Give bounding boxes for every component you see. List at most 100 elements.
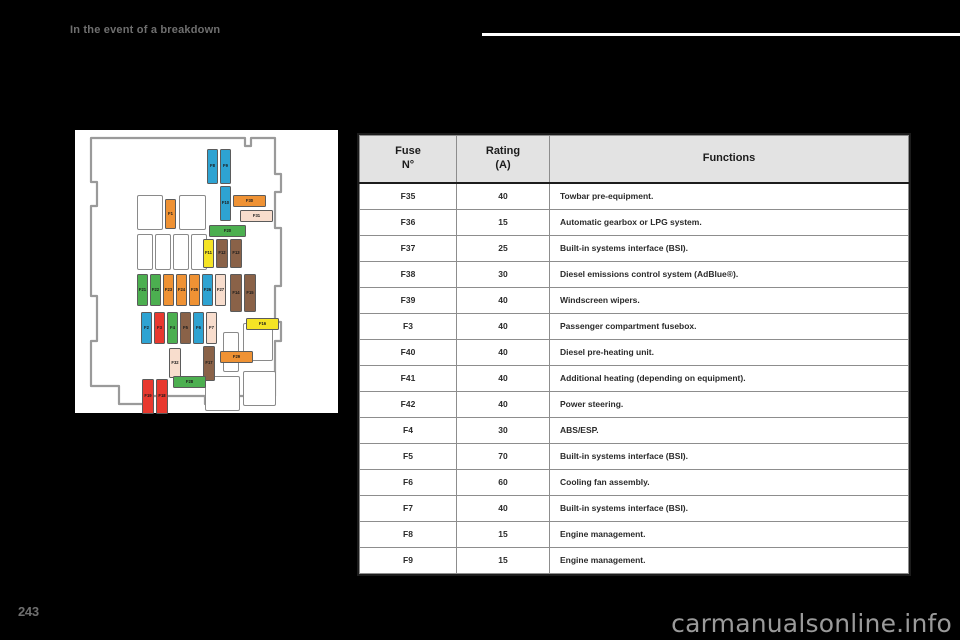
cell-function: Additional heating (depending on equipme… xyxy=(549,364,909,392)
empty-fuse-slot xyxy=(173,234,189,270)
cell-function: Power steering. xyxy=(549,390,909,418)
cell-rating: 40 xyxy=(456,338,550,366)
fuse-f29: F29 xyxy=(220,351,253,363)
column-header-functions: Functions xyxy=(549,135,909,184)
table-body: F35 40 Towbar pre-equipment. F36 15 Automatic… xyxy=(359,182,909,574)
table-row: F39 40 Windscreen wipers. xyxy=(359,286,909,314)
cell-function: Diesel pre-heating unit. xyxy=(549,338,909,366)
fuse-label: F26 xyxy=(203,286,212,292)
cell-fuse-number: F40 xyxy=(359,338,457,366)
cell-rating: 40 xyxy=(456,390,550,418)
fuse-f9: F9 xyxy=(220,149,231,184)
fuse-label: F27 xyxy=(216,286,225,292)
cell-function: ABS/ESP. xyxy=(549,416,909,444)
cell-rating: 30 xyxy=(456,416,550,444)
fuse-f30: F30 xyxy=(233,195,266,207)
table-row: F5 70 Built-in systems interface (BSI). xyxy=(359,442,909,470)
table-row: F38 30 Diesel emissions control system (Ad… xyxy=(359,260,909,288)
fuse-label: F4 xyxy=(170,324,175,330)
fuse-f15: F15 xyxy=(244,274,256,312)
cell-fuse-number: F6 xyxy=(359,468,457,496)
cell-function: Passenger compartment fusebox. xyxy=(549,312,909,340)
column-header-rating: Rating (A) xyxy=(456,135,550,184)
fuse-f20: F20 xyxy=(209,225,246,237)
fuse-label: F31 xyxy=(252,212,261,218)
cell-function: Engine management. xyxy=(549,546,909,574)
page-number: 243 xyxy=(18,604,39,619)
fuse-f23: F23 xyxy=(163,274,174,306)
fuse-f13: F13 xyxy=(230,239,242,268)
fuse-label: F5 xyxy=(183,324,188,330)
fuse-rating-table: Fuse N° Rating (A) Functions F35 40 Towbar… xyxy=(357,133,911,576)
table-row: F9 15 Engine management. xyxy=(359,546,909,574)
fuse-label: F24 xyxy=(177,286,186,292)
fuse-label: F30 xyxy=(245,197,254,203)
fuse-label: F2 xyxy=(144,324,149,330)
cell-rating: 60 xyxy=(456,468,550,496)
cell-function: Built-in systems interface (BSI). xyxy=(549,494,909,522)
cell-fuse-number: F9 xyxy=(359,546,457,574)
fuse-label: F19 xyxy=(144,393,152,399)
fuse-label: F11 xyxy=(205,250,212,256)
cell-fuse-number: F8 xyxy=(359,520,457,548)
fuse-f7: F7 xyxy=(206,312,217,344)
fuse-f22: F22 xyxy=(150,274,161,306)
empty-fuse-slot xyxy=(243,371,276,406)
fuse-f2: F2 xyxy=(141,312,152,344)
cell-function: Automatic gearbox or LPG system. xyxy=(549,208,909,236)
cell-rating: 15 xyxy=(456,520,550,548)
empty-fuse-slot xyxy=(155,234,171,270)
fuse-label: F17 xyxy=(205,360,213,366)
fuse-f4: F4 xyxy=(167,312,178,344)
section-title: In the event of a breakdown xyxy=(70,24,221,36)
fuse-f3: F3 xyxy=(154,312,165,344)
fuse-label: F32 xyxy=(171,359,179,365)
cell-fuse-number: F5 xyxy=(359,442,457,470)
table-row: F42 40 Power steering. xyxy=(359,390,909,418)
fuse-f27: F27 xyxy=(215,274,226,306)
fuse-label: F1 xyxy=(168,210,173,216)
empty-fuse-slot xyxy=(179,195,206,230)
fuse-f32: F32 xyxy=(169,348,181,378)
table-row: F7 40 Built-in systems interface (BSI). xyxy=(359,494,909,522)
empty-fuse-slot xyxy=(205,376,240,411)
cell-rating: 40 xyxy=(456,182,550,210)
fuse-label: F6 xyxy=(196,324,201,330)
table-row: F41 40 Additional heating (depending on eq… xyxy=(359,364,909,392)
cell-rating: 15 xyxy=(456,546,550,574)
fuse-f10: F10 xyxy=(220,186,231,221)
cell-fuse-number: F39 xyxy=(359,286,457,314)
cell-function: Built-in systems interface (BSI). xyxy=(549,234,909,262)
table-row: F36 15 Automatic gearbox or LPG system. xyxy=(359,208,909,236)
fuse-f8: F8 xyxy=(207,149,218,184)
fuse-f24: F24 xyxy=(176,274,187,306)
cell-rating: 25 xyxy=(456,234,550,262)
fuse-label: F9 xyxy=(223,163,228,169)
column-header-fuse-line1: Fuse xyxy=(395,145,421,157)
fusebox-board: F8 F9 F10 F30 F31 F1 F20 F11 F12 F13 F21 F22 F23 F24 F… xyxy=(85,136,290,414)
fuse-label: F12 xyxy=(218,250,226,256)
fuse-label: F3 xyxy=(157,324,162,330)
cell-function: Towbar pre-equipment. xyxy=(549,182,909,210)
fuse-f31: F31 xyxy=(240,210,273,222)
table-row: F35 40 Towbar pre-equipment. xyxy=(359,182,909,210)
fuse-f28: F28 xyxy=(173,376,206,388)
fuse-f14: F14 xyxy=(230,274,242,312)
cell-fuse-number: F38 xyxy=(359,260,457,288)
fuse-label: F7 xyxy=(209,324,214,330)
empty-fuse-slot xyxy=(137,195,163,230)
fuse-label: F10 xyxy=(221,200,230,206)
cell-function: Engine management. xyxy=(549,520,909,548)
fuse-label: F22 xyxy=(151,286,160,292)
site-watermark: carmanualsonline.info xyxy=(671,609,952,638)
column-header-functions-line1: Functions xyxy=(702,151,756,164)
cell-fuse-number: F35 xyxy=(359,182,457,210)
fuse-f26: F26 xyxy=(202,274,213,306)
table-row: F6 60 Cooling fan assembly. xyxy=(359,468,909,496)
fuse-label: F23 xyxy=(164,286,173,292)
cell-function: Diesel emissions control system (AdBlue®… xyxy=(549,260,909,288)
fuse-label: F29 xyxy=(232,353,241,359)
cell-function: Built-in systems interface (BSI). xyxy=(549,442,909,470)
cell-rating: 70 xyxy=(456,442,550,470)
fuse-f19: F19 xyxy=(142,379,154,414)
